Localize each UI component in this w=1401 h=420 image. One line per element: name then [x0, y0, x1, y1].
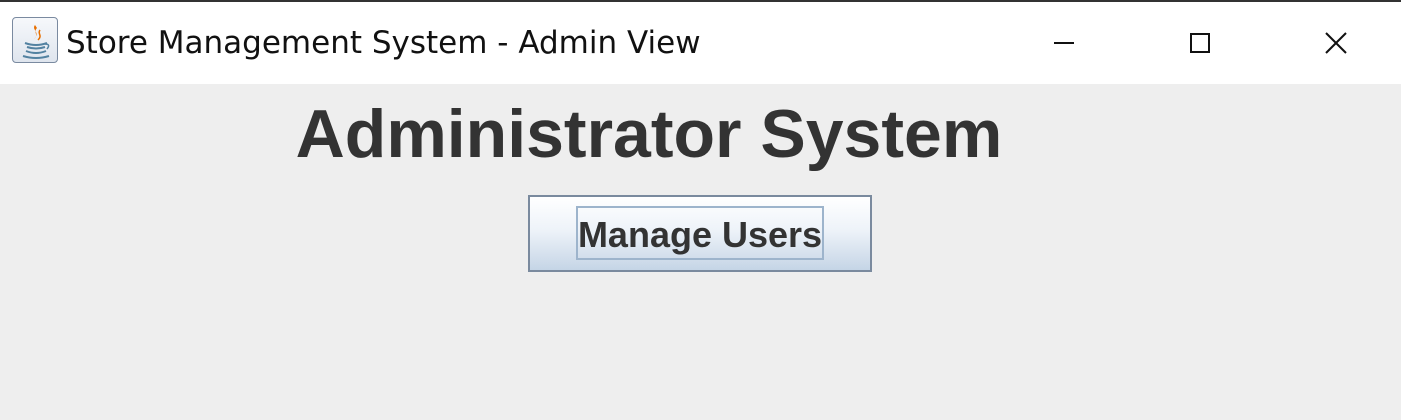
window-title: Store Management System - Admin View	[66, 25, 701, 61]
java-coffee-cup-icon[interactable]	[12, 17, 58, 63]
manage-users-label: Manage Users	[577, 214, 823, 255]
close-button[interactable]	[1268, 2, 1401, 84]
manage-users-button[interactable]: Manage Users	[528, 195, 872, 272]
main-panel: Administrator System Manage Users	[0, 84, 1401, 420]
app-window: Store Management System - Admin View Adm…	[0, 0, 1401, 420]
title-bar[interactable]: Store Management System - Admin View	[0, 2, 1401, 84]
minimize-button[interactable]	[996, 2, 1132, 84]
maximize-icon	[1190, 33, 1210, 53]
maximize-button[interactable]	[1132, 2, 1268, 84]
close-icon	[1325, 32, 1347, 54]
minimize-icon	[1054, 42, 1074, 44]
page-title: Administrator System	[295, 96, 1003, 172]
